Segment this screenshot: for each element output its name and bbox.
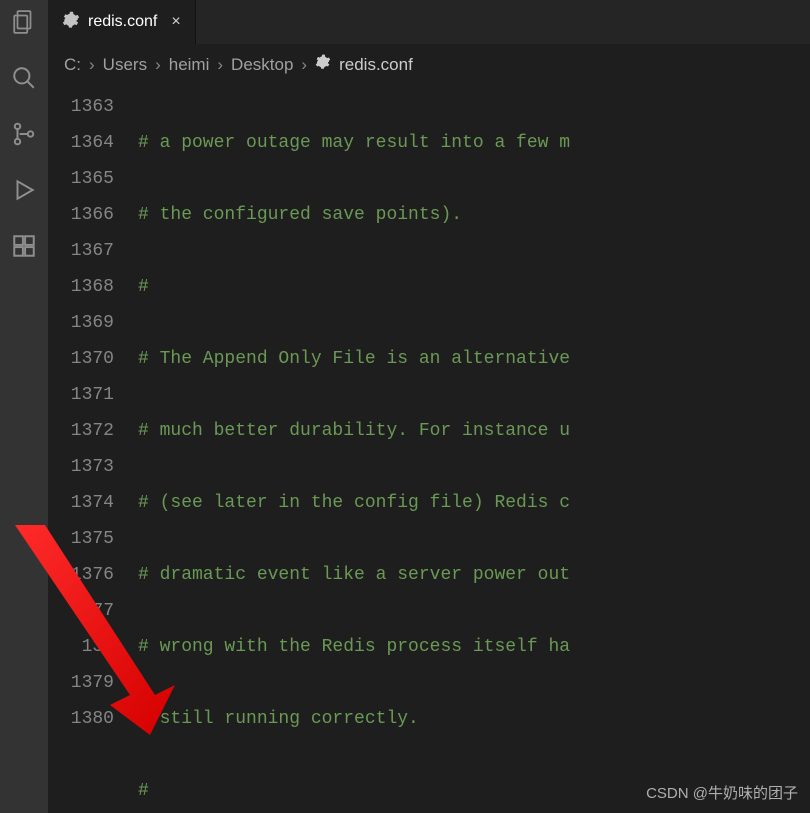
breadcrumb-segment[interactable]: redis.conf: [339, 55, 413, 75]
code-line: # a power outage may result into a few m: [138, 133, 570, 153]
code-line: # wrong with the Redis process itself ha: [138, 637, 570, 657]
chevron-right-icon: ›: [217, 55, 223, 75]
line-number: 1369: [48, 305, 114, 341]
code-line: # the configured save points).: [138, 205, 462, 225]
extensions-icon[interactable]: [10, 232, 38, 260]
line-number: 137: [48, 629, 114, 665]
line-number: 1370: [48, 341, 114, 377]
line-number: 1373: [48, 449, 114, 485]
code-line: #: [138, 277, 149, 297]
tabs-bar: redis.conf ×: [48, 0, 810, 44]
tab-redis-conf[interactable]: redis.conf ×: [48, 0, 196, 44]
tab-filename: redis.conf: [88, 13, 157, 31]
code-line: # still running correctly.: [138, 709, 419, 729]
line-number: 1371: [48, 377, 114, 413]
line-number: 1363: [48, 89, 114, 125]
line-number: 1374: [48, 485, 114, 521]
line-number: 1364: [48, 125, 114, 161]
code-line: # much better durability. For instance u: [138, 421, 570, 441]
breadcrumb[interactable]: C: › Users › heimi › Desktop › redis.con…: [48, 44, 810, 89]
gear-icon: [315, 54, 331, 75]
line-number: 1376: [48, 557, 114, 593]
code-line: # (see later in the config file) Redis c: [138, 493, 570, 513]
chevron-right-icon: ›: [89, 55, 95, 75]
activity-bar: [0, 0, 48, 813]
line-number: 1366: [48, 197, 114, 233]
code-content[interactable]: # a power outage may result into a few m…: [138, 89, 810, 813]
code-line: # The Append Only File is an alternative: [138, 349, 570, 369]
line-number: 1379: [48, 665, 114, 701]
line-number-gutter: 1363 1364 1365 1366 1367 1368 1369 1370 …: [48, 89, 138, 813]
files-icon[interactable]: [10, 8, 38, 36]
code-line: #: [138, 781, 149, 801]
breadcrumb-segment[interactable]: Users: [103, 55, 147, 75]
search-icon[interactable]: [10, 64, 38, 92]
chevron-right-icon: ›: [155, 55, 161, 75]
line-number: 1367: [48, 233, 114, 269]
code-line: # dramatic event like a server power out: [138, 565, 570, 585]
chevron-right-icon: ›: [301, 55, 307, 75]
gear-icon: [62, 11, 80, 34]
editor-group: redis.conf × C: › Users › heimi › Deskto…: [48, 0, 810, 813]
source-control-icon[interactable]: [10, 120, 38, 148]
breadcrumb-segment[interactable]: Desktop: [231, 55, 293, 75]
line-number: 1372: [48, 413, 114, 449]
line-number: 1365: [48, 161, 114, 197]
line-number: 1375: [48, 521, 114, 557]
close-icon[interactable]: ×: [171, 13, 180, 31]
line-number: 77: [48, 593, 114, 629]
breadcrumb-segment[interactable]: heimi: [169, 55, 210, 75]
run-icon[interactable]: [10, 176, 38, 204]
line-number: 1380: [48, 701, 114, 737]
breadcrumb-segment[interactable]: C:: [64, 55, 81, 75]
watermark-text: CSDN @牛奶味的团子: [646, 782, 798, 803]
line-number: 1368: [48, 269, 114, 305]
text-editor[interactable]: 1363 1364 1365 1366 1367 1368 1369 1370 …: [48, 89, 810, 813]
